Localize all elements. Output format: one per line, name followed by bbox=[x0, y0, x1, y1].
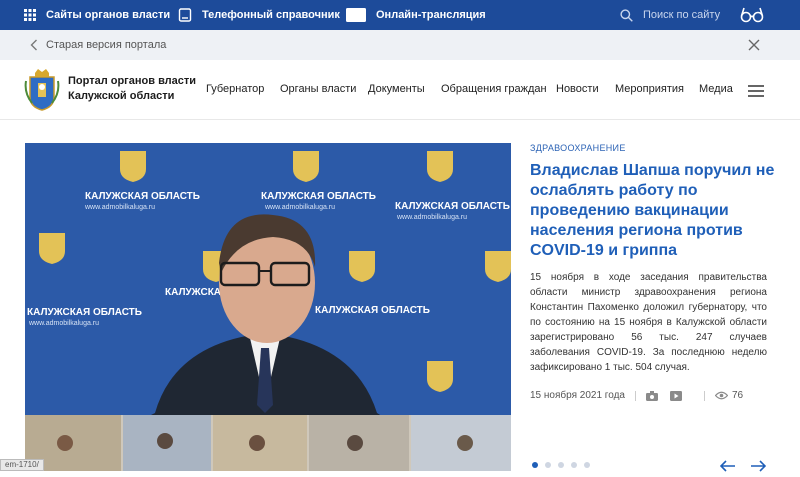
live-label: Онлайн-трансляция bbox=[376, 9, 486, 21]
video-icon bbox=[346, 8, 366, 22]
backdrop-url: www.admobilkaluga.ru bbox=[264, 204, 335, 211]
news-photo[interactable]: КАЛУЖСКАЯ ОБЛАСТЬ КАЛУЖСКАЯ ОБЛАСТЬ КАЛУ… bbox=[25, 143, 511, 471]
video-conference-strip bbox=[25, 415, 511, 471]
search-icon bbox=[620, 8, 633, 22]
news-body: 15 ноября в ходе заседания правительства… bbox=[530, 272, 767, 373]
close-icon[interactable] bbox=[748, 39, 760, 54]
news-meta: 15 ноября 2021 года 76 bbox=[530, 390, 743, 401]
nav-authorities[interactable]: Органы власти bbox=[280, 83, 356, 95]
nav-documents[interactable]: Документы bbox=[368, 83, 425, 95]
phone-directory-link[interactable]: Телефонный справочник bbox=[178, 0, 340, 30]
backdrop-title: КАЛУЖСКАЯ ОБЛАСТЬ bbox=[27, 307, 142, 318]
phone-book-icon bbox=[178, 8, 192, 22]
slider-dots bbox=[532, 462, 590, 468]
news-summary: ЗДРАВООХРАНЕНИЕ Владислав Шапша поручил … bbox=[530, 143, 775, 261]
backdrop-title: КАЛУЖСКАЯ ОБЛАСТЬ bbox=[261, 191, 376, 202]
news-headline[interactable]: Владислав Шапша поручил не ослаблять раб… bbox=[530, 161, 775, 261]
portal-title[interactable]: Портал органов власти Калужской области bbox=[68, 74, 196, 104]
slider-dot[interactable] bbox=[532, 462, 538, 468]
portal-title-line1: Портал органов власти bbox=[68, 75, 197, 87]
nav-media[interactable]: Медиа bbox=[699, 83, 733, 95]
region-crest-logo[interactable] bbox=[24, 69, 60, 111]
hamburger-menu-icon[interactable] bbox=[748, 84, 764, 102]
slider-dot[interactable] bbox=[584, 462, 590, 468]
phone-label: Телефонный справочник bbox=[202, 9, 340, 21]
grid-icon bbox=[24, 9, 36, 21]
camera-icon bbox=[645, 390, 658, 401]
old-version-bar: Старая версия портала bbox=[0, 30, 800, 60]
nav-news[interactable]: Новости bbox=[556, 83, 599, 95]
portal-title-line2: Калужской области bbox=[68, 90, 175, 102]
sites-link[interactable]: Сайты органов власти bbox=[24, 0, 170, 30]
accessibility-glasses-icon[interactable] bbox=[740, 5, 764, 28]
nav-governor[interactable]: Губернатор bbox=[206, 83, 264, 95]
news-views: 76 bbox=[731, 390, 744, 401]
old-version-link[interactable]: Старая версия портала bbox=[46, 39, 166, 51]
backdrop-url: www.admobilkaluga.ru bbox=[28, 320, 99, 327]
news-date: 15 ноября 2021 года bbox=[530, 390, 625, 401]
arrow-left-icon[interactable] bbox=[719, 459, 736, 477]
nav-events[interactable]: Мероприятия bbox=[615, 83, 684, 95]
sites-label: Сайты органов власти bbox=[46, 9, 171, 21]
backdrop-title: КАЛУЖСКАЯ ОБЛАСТЬ bbox=[315, 305, 430, 316]
news-category[interactable]: ЗДРАВООХРАНЕНИЕ bbox=[530, 143, 775, 153]
backdrop-title: КАЛУЖСКАЯ ОБЛАСТЬ bbox=[85, 191, 200, 202]
browser-status-bar: em-1710/ bbox=[0, 459, 44, 471]
live-stream-link[interactable]: Онлайн-трансляция bbox=[346, 0, 486, 30]
nav-citizen-appeals[interactable]: Обращения граждан bbox=[441, 83, 547, 95]
eye-icon bbox=[714, 391, 728, 400]
chevron-left-icon[interactable] bbox=[30, 39, 38, 54]
search-placeholder: Поиск по сайту bbox=[643, 9, 721, 21]
slider-dot[interactable] bbox=[545, 462, 551, 468]
slider-dot[interactable] bbox=[558, 462, 564, 468]
video-play-icon bbox=[669, 390, 682, 401]
arrow-right-icon[interactable] bbox=[750, 459, 767, 477]
backdrop-title: КАЛУЖСКАЯ ОБЛАСТЬ bbox=[395, 201, 510, 212]
slider-arrows bbox=[719, 459, 767, 477]
backdrop-url: www.admobilkaluga.ru bbox=[84, 204, 155, 211]
top-bar: Сайты органов власти Телефонный справочн… bbox=[0, 0, 800, 30]
divider bbox=[703, 390, 705, 401]
site-header: Портал органов власти Калужской области … bbox=[0, 60, 800, 120]
slider-dot[interactable] bbox=[571, 462, 577, 468]
divider bbox=[634, 390, 636, 401]
site-search[interactable]: Поиск по сайту bbox=[620, 0, 720, 30]
backdrop-url: www.admobilkaluga.ru bbox=[396, 214, 467, 221]
